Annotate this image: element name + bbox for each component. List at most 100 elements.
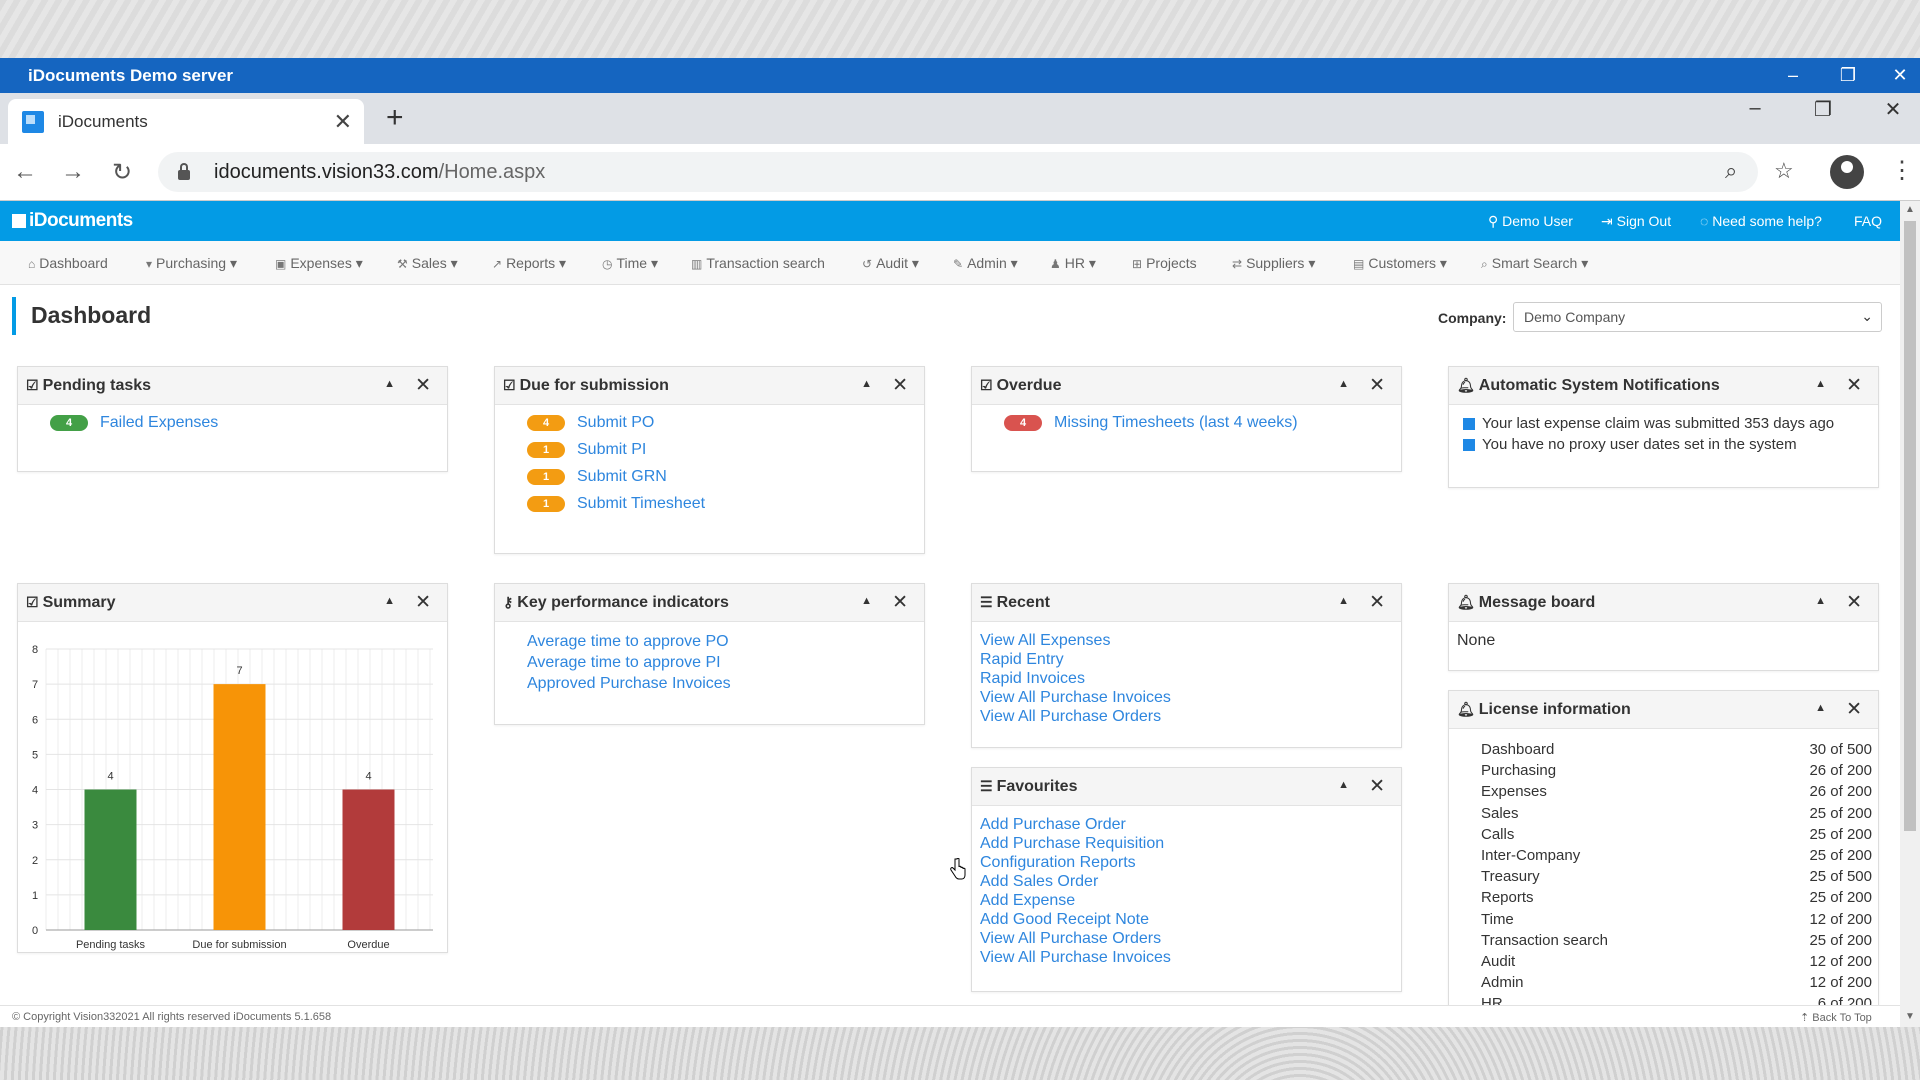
browser-minimize-icon[interactable]: – xyxy=(1735,97,1775,120)
demo-user-link[interactable]: ⚲ Demo User xyxy=(1488,213,1573,230)
new-tab-icon[interactable]: + xyxy=(386,101,404,135)
task-missing-timesheets[interactable]: 4 Missing Timesheets (last 4 weeks) xyxy=(1004,414,1298,432)
collapse-icon[interactable]: ▲ xyxy=(384,595,395,607)
recent-link[interactable]: Rapid Entry xyxy=(980,650,1171,669)
bookmark-star-icon[interactable]: ☆ xyxy=(1774,158,1794,184)
page-scrollbar[interactable]: ▲ ▼ xyxy=(1900,201,1920,1027)
collapse-icon[interactable]: ▲ xyxy=(1815,595,1826,607)
collapse-icon[interactable]: ▲ xyxy=(861,378,872,390)
outer-minimize-icon[interactable]: – xyxy=(1771,58,1815,93)
collapse-icon[interactable]: ▲ xyxy=(861,595,872,607)
sign-out-link[interactable]: ⇥ Sign Out xyxy=(1601,213,1671,230)
browser-close-icon[interactable]: ✕ xyxy=(1873,97,1913,122)
collapse-icon[interactable]: ▲ xyxy=(384,378,395,390)
task-link[interactable]: Missing Timesheets (last 4 weeks) xyxy=(1054,414,1298,432)
notification-text: You have no proxy user dates set in the … xyxy=(1482,436,1797,453)
close-icon[interactable]: ✕ xyxy=(1846,698,1862,721)
favourite-link[interactable]: View All Purchase Orders xyxy=(980,929,1171,948)
task-link[interactable]: Submit GRN xyxy=(577,468,667,486)
panel-overdue: ☑ Overdue ▲ ✕ 4 Missing Timesheets (last … xyxy=(971,366,1402,472)
favourite-link[interactable]: Add Good Receipt Note xyxy=(980,910,1171,929)
task-submit-po[interactable]: 4 Submit PO xyxy=(527,414,654,432)
browser-tab[interactable]: iDocuments ✕ xyxy=(8,99,364,144)
menu-item-suppliers[interactable]: ⇄ Suppliers ▾ xyxy=(1232,255,1315,272)
task-submit-timesheet[interactable]: 1 Submit Timesheet xyxy=(527,495,705,513)
forward-arrow-icon[interactable]: → xyxy=(58,158,88,186)
task-submit-grn[interactable]: 1 Submit GRN xyxy=(527,468,667,486)
favourite-link[interactable]: Add Expense xyxy=(980,891,1171,910)
recent-link[interactable]: View All Expenses xyxy=(980,631,1171,650)
recent-link[interactable]: Rapid Invoices xyxy=(980,669,1171,688)
close-icon[interactable]: ✕ xyxy=(1369,374,1385,397)
close-icon[interactable]: ✕ xyxy=(1846,591,1862,614)
menu-item-time[interactable]: ◷ Time ▾ xyxy=(602,255,658,272)
back-arrow-icon[interactable]: ← xyxy=(10,158,40,186)
menu-item-projects[interactable]: ⊞ Projects xyxy=(1132,255,1197,271)
menu-item-transaction-search[interactable]: ▥ Transaction search xyxy=(691,255,825,271)
menu-item-label: Smart Search xyxy=(1491,255,1578,271)
task-link[interactable]: Submit Timesheet xyxy=(577,495,705,513)
company-select[interactable]: Demo Company ⌄ xyxy=(1513,302,1882,332)
reload-icon[interactable]: ↻ xyxy=(107,158,137,187)
scroll-up-icon[interactable]: ▲ xyxy=(1905,204,1915,215)
close-icon[interactable]: ✕ xyxy=(415,374,431,397)
favourite-link[interactable]: View All Purchase Invoices xyxy=(980,948,1171,967)
menu-item-reports[interactable]: ↗ Reports ▾ xyxy=(492,255,566,272)
browser-menu-icon[interactable]: ⋮ xyxy=(1890,156,1914,185)
address-bar[interactable]: idocuments.vision33.com/Home.aspx xyxy=(158,152,1758,192)
favourite-link[interactable]: Configuration Reports xyxy=(980,853,1171,872)
menu-item-sales[interactable]: ⚒ Sales ▾ xyxy=(397,255,458,272)
collapse-icon[interactable]: ▲ xyxy=(1338,595,1349,607)
back-to-top-link[interactable]: ⇡ Back To Top xyxy=(1800,1011,1872,1024)
task-link[interactable]: Failed Expenses xyxy=(100,414,218,432)
close-icon[interactable]: ✕ xyxy=(1846,374,1862,397)
bar-data-label: 7 xyxy=(236,665,242,677)
brand-logo[interactable]: iDocuments xyxy=(12,210,133,232)
close-icon[interactable]: ✕ xyxy=(1369,775,1385,798)
menu-item-hr[interactable]: ♟ HR ▾ xyxy=(1050,255,1096,272)
panel-header: 🔔︎ Message board ▲ ✕ xyxy=(1449,584,1878,622)
kpi-link[interactable]: Average time to approve PO xyxy=(527,631,731,652)
menu-item-expenses[interactable]: ▣ Expenses ▾ xyxy=(275,255,363,272)
menu-item-label: Transaction search xyxy=(706,255,825,271)
menu-item-purchasing[interactable]: ▾ Purchasing ▾ xyxy=(146,255,237,272)
favourite-link[interactable]: Add Purchase Requisition xyxy=(980,834,1171,853)
task-submit-pi[interactable]: 1 Submit PI xyxy=(527,441,646,459)
favourite-link[interactable]: Add Purchase Order xyxy=(980,815,1171,834)
license-row: Time 12 of 200 xyxy=(1481,909,1872,930)
browser-restore-icon[interactable]: ❐ xyxy=(1803,97,1843,122)
collapse-icon[interactable]: ▲ xyxy=(1338,378,1349,390)
y-tick-label: 6 xyxy=(32,714,38,726)
outer-close-icon[interactable]: ✕ xyxy=(1878,58,1920,93)
collapse-icon[interactable]: ▲ xyxy=(1338,779,1349,791)
collapse-icon[interactable]: ▲ xyxy=(1815,378,1826,390)
menu-item-admin[interactable]: ✎ Admin ▾ xyxy=(953,255,1018,272)
collapse-icon[interactable]: ▲ xyxy=(1815,702,1826,714)
recent-link[interactable]: View All Purchase Orders xyxy=(980,707,1171,726)
kpi-link[interactable]: Average time to approve PI xyxy=(527,652,731,673)
close-icon[interactable]: ✕ xyxy=(892,374,908,397)
faq-link[interactable]: FAQ xyxy=(1854,213,1882,229)
outer-restore-icon[interactable]: ❐ xyxy=(1826,58,1870,93)
close-icon[interactable]: ✕ xyxy=(415,591,431,614)
help-link[interactable]: ◌ Need some help? xyxy=(1700,213,1822,229)
hand-cursor-icon xyxy=(950,858,966,880)
task-link[interactable]: Submit PO xyxy=(577,414,654,432)
task-failed-expenses[interactable]: 4 Failed Expenses xyxy=(50,414,218,432)
profile-avatar-icon[interactable] xyxy=(1830,155,1864,189)
task-link[interactable]: Submit PI xyxy=(577,441,646,459)
tab-close-icon[interactable]: ✕ xyxy=(334,109,352,135)
favourite-link[interactable]: Add Sales Order xyxy=(980,872,1171,891)
menu-item-smart-search[interactable]: ⌕ Smart Search ▾ xyxy=(1481,255,1588,272)
close-icon[interactable]: ✕ xyxy=(1369,591,1385,614)
kpi-link[interactable]: Approved Purchase Invoices xyxy=(527,673,731,694)
menu-item-audit[interactable]: ↺ Audit ▾ xyxy=(862,255,919,272)
menu-item-customers[interactable]: ▤ Customers ▾ xyxy=(1353,255,1447,272)
license-module: Transaction search xyxy=(1481,931,1609,949)
menu-item-dashboard[interactable]: ⌂ Dashboard xyxy=(28,255,108,271)
close-icon[interactable]: ✕ xyxy=(892,591,908,614)
recent-link[interactable]: View All Purchase Invoices xyxy=(980,688,1171,707)
scroll-thumb[interactable] xyxy=(1904,221,1916,831)
zoom-icon[interactable]: ⌕ xyxy=(1725,158,1737,184)
scroll-down-icon[interactable]: ▼ xyxy=(1905,1011,1915,1022)
